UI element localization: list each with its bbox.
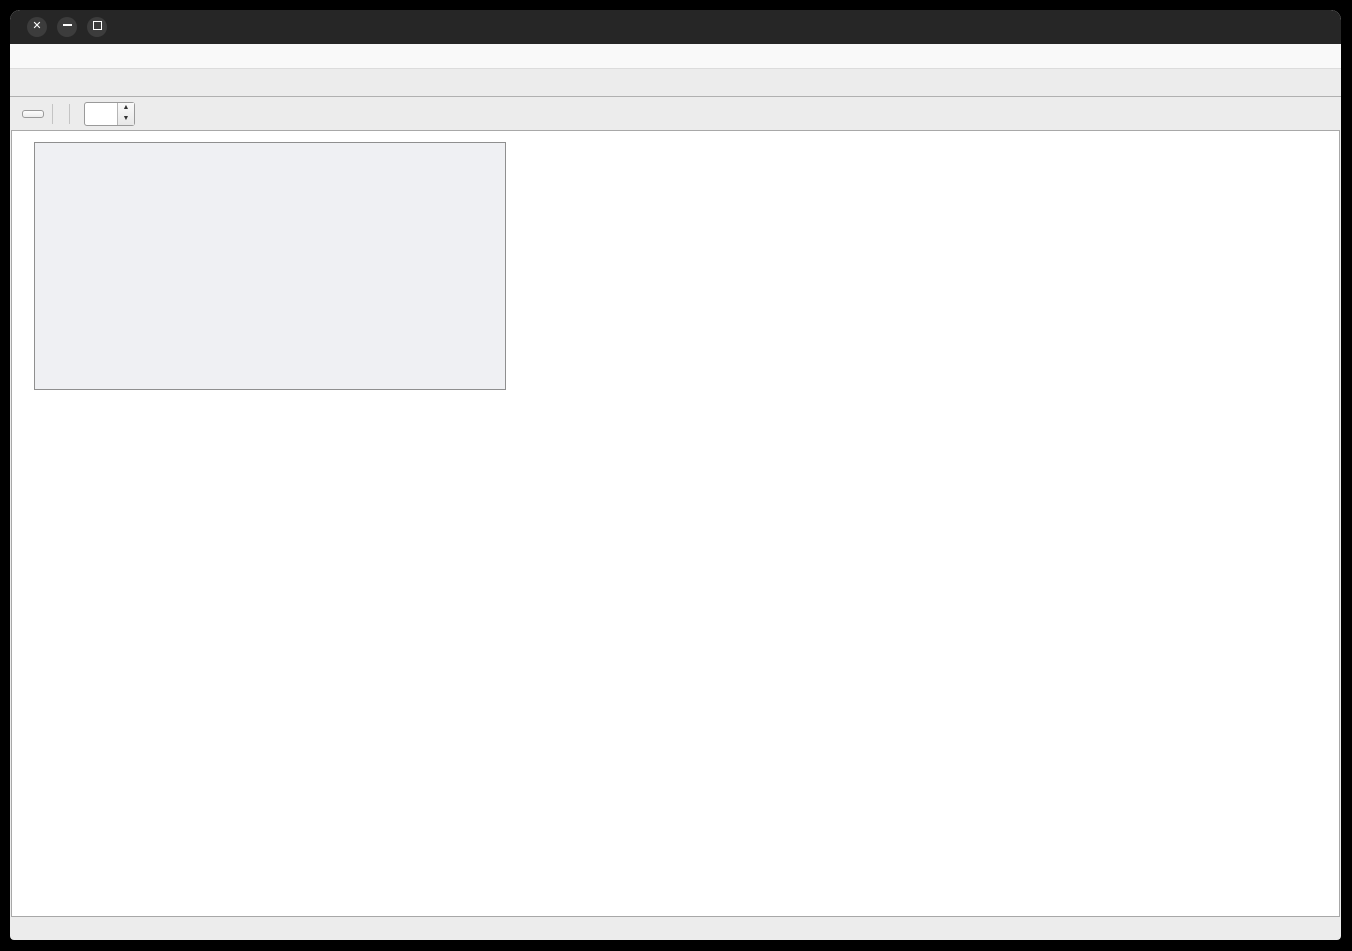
chart-legend [34, 142, 506, 390]
app-window: ✕ ▲ ▼ [10, 10, 1341, 940]
memory-chart[interactable] [11, 130, 1340, 917]
toolbar-separator [69, 104, 70, 124]
spin-up-icon[interactable]: ▲ [118, 103, 134, 114]
spin-down-icon[interactable]: ▼ [118, 114, 134, 125]
spinbox-arrows[interactable]: ▲ ▼ [117, 103, 134, 125]
stacked-diagrams-spinbox[interactable]: ▲ ▼ [84, 102, 135, 126]
stacked-diagrams-value[interactable] [85, 103, 117, 125]
title-bar: ✕ [10, 10, 1341, 44]
menu-bar [10, 44, 1341, 69]
window-title [10, 10, 1341, 44]
export-as-button[interactable] [22, 110, 44, 118]
toolbar-separator [52, 104, 53, 124]
tab-bar [10, 69, 1341, 97]
toolbar: ▲ ▼ [10, 97, 1341, 131]
